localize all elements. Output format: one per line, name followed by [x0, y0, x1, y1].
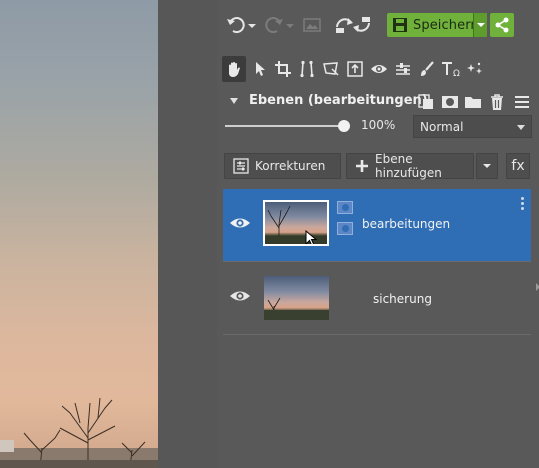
- add-layer-button[interactable]: Ebene hinzufügen: [346, 152, 474, 180]
- pointer-tool[interactable]: [248, 56, 272, 82]
- hand-tool[interactable]: [222, 56, 246, 82]
- save-icon: [387, 13, 413, 37]
- text-icon: Ω: [442, 62, 460, 78]
- layer-thumbnail[interactable]: [263, 200, 329, 246]
- effects-tool[interactable]: [463, 56, 487, 82]
- crop-icon: [275, 61, 291, 77]
- delete-layer-icon[interactable]: [488, 93, 506, 111]
- brush-icon: [421, 61, 434, 76]
- add-layer-dropdown-button[interactable]: [476, 153, 498, 179]
- mask-icon[interactable]: [337, 201, 353, 214]
- opacity-value: 100%: [361, 118, 396, 132]
- redo-icon[interactable]: [263, 14, 285, 36]
- levels-tool[interactable]: [391, 56, 415, 82]
- view-tool[interactable]: [367, 56, 391, 82]
- eye-icon: [371, 65, 387, 73]
- undo-dropdown-icon[interactable]: [247, 14, 257, 36]
- levels-icon: [396, 63, 410, 75]
- layer-name: bearbeitungen: [362, 217, 451, 231]
- compare-icon[interactable]: [333, 14, 373, 36]
- right-panel: Speichern Ω Ebenen (bearbeitungen) 100% …: [217, 0, 539, 468]
- fx-label: fx: [511, 158, 525, 174]
- layers-panel-title: Ebenen (bearbeitungen): [249, 93, 428, 108]
- hand-icon: [229, 62, 240, 77]
- opacity-slider[interactable]: [225, 125, 345, 127]
- effects-icon: [467, 62, 482, 74]
- folder-icon[interactable]: [464, 93, 482, 111]
- corrections-label: Korrekturen: [255, 159, 326, 173]
- text-tool[interactable]: Ω: [439, 56, 463, 82]
- export-icon: [347, 61, 363, 77]
- save-button[interactable]: Speichern: [387, 13, 487, 37]
- layer-thumbnail[interactable]: [264, 276, 329, 320]
- straighten-icon: [300, 60, 314, 78]
- share-icon: [495, 17, 509, 33]
- redo-dropdown-icon[interactable]: [285, 14, 295, 36]
- image-icon[interactable]: [301, 14, 323, 36]
- save-dropdown-button[interactable]: [473, 13, 487, 37]
- chevron-down-icon: [483, 164, 491, 168]
- layer-actions-row: Korrekturen Ebene hinzufügen fx: [217, 152, 539, 180]
- add-layer-label: Ebene hinzufügen: [375, 152, 442, 180]
- corrections-button[interactable]: Korrekturen: [224, 153, 341, 179]
- blend-mode-select[interactable]: Normal: [413, 115, 532, 138]
- canvas-margin: [158, 0, 217, 468]
- photo-canvas[interactable]: [0, 0, 158, 468]
- brush-tool[interactable]: [415, 56, 439, 82]
- transform-tool[interactable]: [319, 56, 343, 82]
- layer-mask-indicators: [337, 201, 355, 241]
- mask-icon[interactable]: [337, 222, 353, 235]
- collapse-caret-icon[interactable]: [230, 98, 238, 104]
- mask-icon[interactable]: [441, 93, 459, 111]
- share-button[interactable]: [490, 13, 514, 37]
- top-toolbar: Speichern: [217, 10, 539, 40]
- opacity-slider-knob[interactable]: [338, 120, 350, 132]
- more-options-icon[interactable]: [521, 197, 525, 211]
- crop-tool[interactable]: [271, 56, 295, 82]
- svg-text:Ω: Ω: [453, 69, 460, 78]
- menu-icon[interactable]: [513, 93, 531, 111]
- chevron-down-icon: [517, 125, 525, 130]
- divider: [223, 334, 531, 335]
- layer-row-bearbeitungen[interactable]: bearbeitungen: [223, 189, 531, 261]
- visibility-eye-icon[interactable]: [229, 288, 251, 304]
- visibility-eye-icon[interactable]: [229, 215, 251, 231]
- plus-icon: [355, 159, 369, 173]
- duplicate-layer-icon[interactable]: [417, 93, 435, 111]
- export-tool[interactable]: [343, 56, 367, 82]
- transform-icon: [323, 62, 339, 76]
- layers-panel-header: Ebenen (bearbeitungen): [217, 90, 539, 114]
- layer-row-sicherung[interactable]: sicherung: [223, 262, 531, 334]
- tree-silhouette-image: [0, 397, 158, 468]
- save-label: Speichern: [413, 17, 479, 33]
- fx-button[interactable]: fx: [506, 153, 530, 179]
- adjustments-icon: [233, 158, 249, 174]
- pointer-icon: [256, 62, 265, 76]
- cursor-icon: [305, 230, 318, 244]
- chevron-down-icon: [476, 23, 485, 27]
- straighten-tool[interactable]: [295, 56, 319, 82]
- tool-row: Ω: [217, 56, 539, 84]
- layer-name: sicherung: [373, 292, 432, 306]
- undo-icon[interactable]: [225, 14, 247, 36]
- blend-mode-value: Normal: [420, 119, 464, 134]
- opacity-row: 100% Normal: [217, 114, 539, 138]
